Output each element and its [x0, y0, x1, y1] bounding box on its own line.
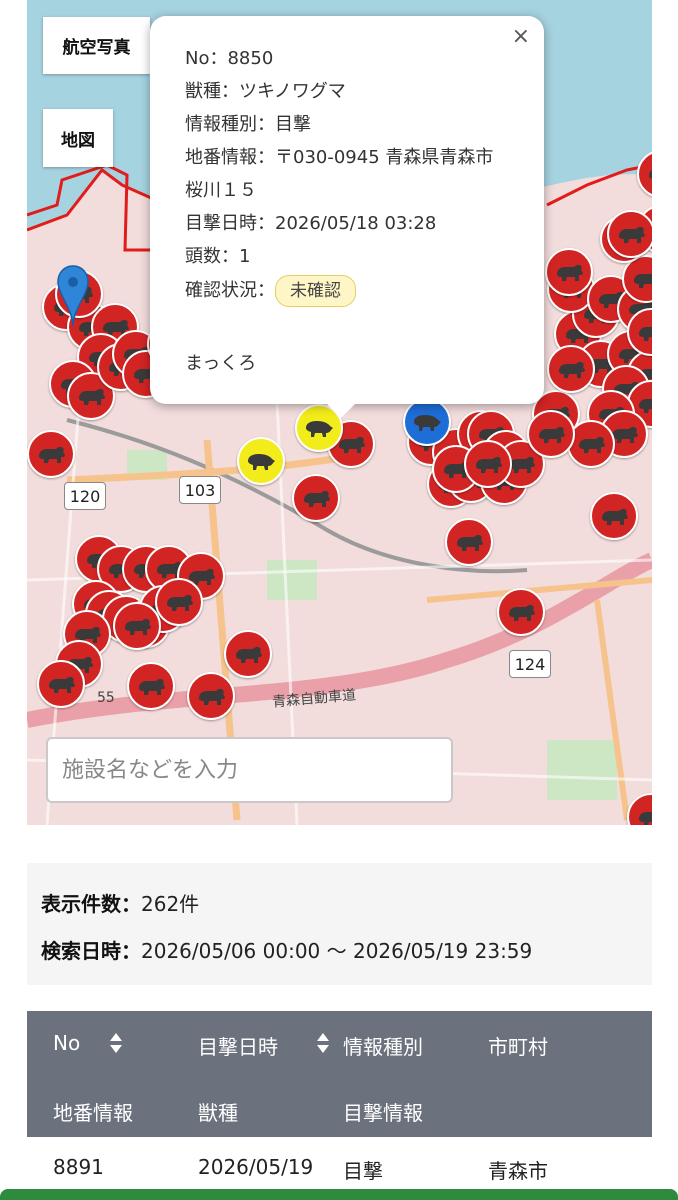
bear-icon	[619, 226, 645, 243]
bear-marker[interactable]	[527, 410, 575, 458]
bear-icon	[602, 508, 628, 525]
search-input[interactable]	[46, 737, 453, 803]
sort-icon[interactable]	[109, 1031, 123, 1055]
cell-municipality: 青森市	[488, 1159, 548, 1183]
cell-date: 2026/05/19	[198, 1155, 314, 1179]
bear-icon	[509, 604, 535, 621]
bear-icon	[557, 264, 583, 281]
bear-icon	[579, 436, 605, 453]
popup-note: まっくろ	[185, 353, 257, 374]
boar-icon	[306, 421, 333, 437]
bear-icon	[634, 273, 652, 288]
bear-marker[interactable]	[155, 578, 203, 626]
popup-tail	[326, 403, 356, 418]
popup-status-row: 確認状況： 未確認	[185, 274, 544, 307]
aerial-photo-button[interactable]: 航空写真	[43, 17, 150, 74]
boar-icon	[248, 454, 275, 470]
bear-marker[interactable]	[224, 630, 272, 678]
bear-icon	[639, 812, 652, 825]
cell-no: 8891	[53, 1155, 104, 1179]
col-header-municipality: 市町村	[488, 1035, 548, 1059]
col-header-address: 地番情報	[53, 1101, 133, 1125]
route-shield-120: 120	[64, 482, 106, 510]
bear-icon	[639, 399, 652, 413]
bear-icon	[79, 388, 105, 405]
popup-address-line2: 桜川１５	[185, 180, 257, 201]
sighting-popup: × No：8850 獣種：ツキノワグマ 情報種別：目撃 地番情報：〒030-09…	[150, 16, 544, 418]
table-row[interactable]: 8891 2026/05/19 目撃 青森市	[27, 1137, 652, 1197]
cell-info-type: 目撃	[343, 1159, 383, 1183]
sort-icon[interactable]	[316, 1031, 330, 1055]
bear-icon	[49, 676, 75, 693]
bear-marker[interactable]	[547, 345, 595, 393]
col-header-no[interactable]: No	[53, 1031, 80, 1055]
close-icon[interactable]: ×	[512, 24, 530, 49]
bear-icon	[236, 646, 262, 663]
bear-icon	[639, 327, 652, 341]
bear-icon	[199, 688, 225, 705]
route-shield-103: 103	[179, 476, 221, 504]
search-date-range: 検索日時：2026/05/06 00:00 〜 2026/05/19 23:59	[41, 939, 533, 963]
bear-icon	[39, 446, 65, 463]
popup-no-row: No：8850	[185, 48, 274, 69]
popup-count-row: 頭数：1	[185, 246, 251, 267]
bear-icon	[125, 618, 151, 635]
search-summary: 表示件数：262件 検索日時：2026/05/06 00:00 〜 2026/0…	[27, 863, 652, 985]
bear-marker[interactable]	[545, 248, 593, 296]
other-animal-marker[interactable]	[403, 398, 451, 446]
route-shield-124: 124	[509, 650, 551, 678]
display-count: 表示件数：262件	[41, 892, 200, 916]
bear-marker[interactable]	[445, 518, 493, 566]
popup-address-row: 地番情報：〒030-0945 青森県青森市	[185, 147, 494, 168]
map-view[interactable]: 120 103 124 青森自動車道 55 航空写真 地図 × No：8850 …	[27, 0, 652, 825]
bear-marker[interactable]	[113, 602, 161, 650]
map-button[interactable]: 地図	[43, 109, 113, 167]
table-header: No 目撃日時 情報種別 市町村 地番情報 獣種 目撃情報	[27, 1011, 652, 1137]
bear-marker[interactable]	[590, 492, 638, 540]
bear-icon	[167, 594, 193, 611]
popup-species-row: 獣種：ツキノワグマ	[185, 81, 346, 102]
bear-icon	[649, 170, 652, 179]
popup-date-row: 目撃日時：2026/05/18 03:28	[185, 213, 437, 234]
bear-icon	[457, 534, 483, 551]
bear-marker[interactable]	[37, 660, 85, 708]
col-header-species: 獣種	[198, 1101, 238, 1125]
bear-icon	[304, 490, 330, 507]
bear-icon	[139, 678, 165, 695]
bear-marker[interactable]	[187, 672, 235, 720]
location-pin-icon[interactable]	[56, 264, 90, 328]
col-header-date[interactable]: 目撃日時	[198, 1031, 278, 1060]
boar-marker[interactable]	[237, 437, 285, 485]
bear-icon	[559, 361, 585, 378]
bear-icon	[539, 426, 565, 443]
bear-marker[interactable]	[127, 662, 175, 710]
bear-marker[interactable]	[464, 440, 512, 488]
bottom-bar	[0, 1189, 678, 1200]
col-header-sighting-info: 目撃情報	[343, 1101, 423, 1125]
route-label-55: 55	[97, 690, 115, 706]
bear-marker[interactable]	[607, 210, 652, 258]
bear-marker[interactable]	[497, 588, 545, 636]
bear-icon	[476, 456, 502, 473]
status-badge: 未確認	[275, 275, 356, 307]
popup-info-type-row: 情報種別：目撃	[185, 114, 311, 135]
bear-marker[interactable]	[292, 474, 340, 522]
col-header-info-type: 情報種別	[343, 1035, 423, 1059]
bear-marker[interactable]	[27, 430, 75, 478]
animal-icon	[414, 415, 441, 431]
